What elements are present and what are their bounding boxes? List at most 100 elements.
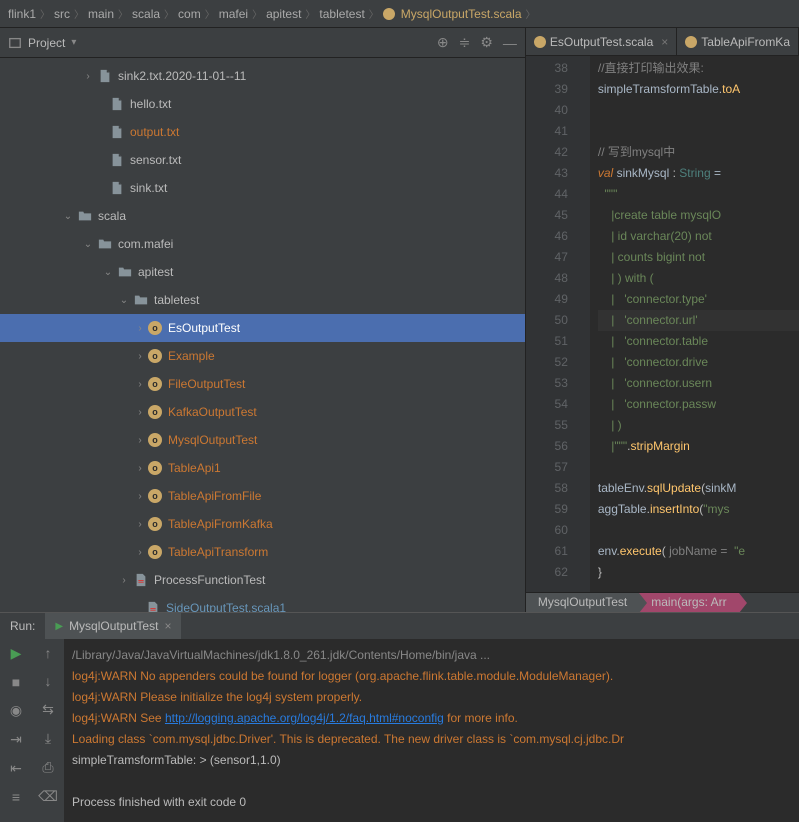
tree-item[interactable]: ›oKafkaOutputTest: [0, 398, 525, 426]
code-line[interactable]: //直接打印输出效果:: [598, 58, 799, 79]
tree-item[interactable]: sink.txt: [0, 174, 525, 202]
code-line[interactable]: | counts bigint not: [598, 247, 799, 268]
code-line[interactable]: // 写到mysql中: [598, 142, 799, 163]
panel-title[interactable]: Project ▾: [8, 36, 76, 50]
tree-item[interactable]: ⌄tabletest: [0, 286, 525, 314]
tree-item[interactable]: output.txt: [0, 118, 525, 146]
tree-item[interactable]: ›oMysqlOutputTest: [0, 426, 525, 454]
code-line[interactable]: | 'connector.type': [598, 289, 799, 310]
code-line[interactable]: env.execute( jobName = "e: [598, 541, 799, 562]
code-line[interactable]: [598, 457, 799, 478]
up-icon[interactable]: ↑: [45, 645, 52, 661]
run-tab[interactable]: ▶ MysqlOutputTest ×: [45, 613, 181, 639]
scroll-icon[interactable]: ⤓: [45, 730, 51, 747]
code-line[interactable]: [598, 520, 799, 541]
tree-item[interactable]: ›oTableApi1: [0, 454, 525, 482]
expand-arrow-icon[interactable]: ⌄: [80, 239, 96, 250]
code-line[interactable]: [598, 121, 799, 142]
tree-item[interactable]: hello.txt: [0, 90, 525, 118]
breadcrumb-item[interactable]: mafei: [219, 7, 248, 21]
stop-icon[interactable]: ■: [12, 674, 20, 690]
target-icon[interactable]: ⊕: [437, 34, 449, 51]
tree-item[interactable]: ›oTableApiFromKafka: [0, 510, 525, 538]
object-icon: o: [148, 349, 162, 363]
editor-crumb[interactable]: main(args: Arr: [639, 593, 738, 612]
breadcrumb-item[interactable]: main: [88, 7, 114, 21]
editor-tab[interactable]: TableApiFromKa: [677, 28, 799, 55]
code-line[interactable]: | 'connector.usern: [598, 373, 799, 394]
code-line[interactable]: | ): [598, 415, 799, 436]
code-line[interactable]: simpleTramsformTable.toA: [598, 79, 799, 100]
close-icon[interactable]: ×: [164, 619, 171, 633]
code-line[interactable]: | 'connector.drive: [598, 352, 799, 373]
tree-item[interactable]: ⌄scala: [0, 202, 525, 230]
tree-item[interactable]: ›oTableApiFromFile: [0, 482, 525, 510]
expand-arrow-icon[interactable]: ⌄: [60, 211, 76, 222]
layout-icon[interactable]: ⇥: [10, 731, 22, 748]
tree-item[interactable]: sensor.txt: [0, 146, 525, 174]
breadcrumb-item[interactable]: com: [178, 7, 201, 21]
minimize-icon[interactable]: —: [503, 35, 517, 51]
camera-icon[interactable]: ◉: [10, 702, 22, 719]
code-line[interactable]: | 'connector.url': [598, 310, 799, 331]
gear-icon[interactable]: ⚙: [480, 34, 493, 51]
code-line[interactable]: |""".stripMargin: [598, 436, 799, 457]
tree-item[interactable]: ›oFileOutputTest: [0, 370, 525, 398]
project-tree[interactable]: ›sink2.txt.2020-11-01--11 hello.txt output…: [0, 58, 525, 612]
tree-item-label: hello.txt: [130, 97, 171, 111]
tree-item[interactable]: ›oEsOutputTest: [0, 314, 525, 342]
expand-arrow-icon[interactable]: ›: [132, 463, 148, 474]
wrap-icon[interactable]: ⇆: [42, 701, 54, 718]
tree-item[interactable]: ⌄apitest: [0, 258, 525, 286]
code-line[interactable]: val sinkMysql : String =: [598, 163, 799, 184]
breadcrumb-item[interactable]: flink1: [8, 7, 36, 21]
collapse-icon[interactable]: ≑: [459, 34, 471, 51]
expand-arrow-icon[interactable]: ›: [132, 379, 148, 390]
expand-arrow-icon[interactable]: ›: [132, 407, 148, 418]
tree-item[interactable]: ›oExample: [0, 342, 525, 370]
tree-item[interactable]: SideOutputTest.scala1: [0, 594, 525, 612]
console-output[interactable]: /Library/Java/JavaVirtualMachines/jdk1.8…: [64, 639, 799, 822]
editor-tab[interactable]: EsOutputTest.scala×: [526, 28, 677, 55]
code-line[interactable]: """: [598, 184, 799, 205]
code-line[interactable]: }: [598, 562, 799, 583]
expand-arrow-icon[interactable]: ⌄: [116, 295, 132, 306]
tree-item[interactable]: ⌄com.mafei: [0, 230, 525, 258]
play-icon[interactable]: ▶: [11, 645, 22, 662]
code-editor[interactable]: 3839404142434445464748495051525354555657…: [526, 56, 799, 592]
clear-icon[interactable]: ⌫: [38, 788, 58, 805]
expand-arrow-icon[interactable]: ›: [132, 351, 148, 362]
breadcrumb-item[interactable]: src: [54, 7, 70, 21]
code-line[interactable]: |create table mysqlO: [598, 205, 799, 226]
breadcrumb-item[interactable]: scala: [132, 7, 160, 21]
console-link[interactable]: http://logging.apache.org/log4j/1.2/faq.…: [165, 711, 444, 725]
breadcrumb-item[interactable]: tabletest: [319, 7, 364, 21]
tree-item[interactable]: ›oTableApiTransform: [0, 538, 525, 566]
close-icon[interactable]: ×: [661, 35, 668, 49]
code-line[interactable]: [598, 100, 799, 121]
expand-arrow-icon[interactable]: ›: [132, 323, 148, 334]
expand-arrow-icon[interactable]: ›: [132, 519, 148, 530]
expand-arrow-icon[interactable]: ›: [132, 435, 148, 446]
expand-arrow-icon[interactable]: ›: [132, 491, 148, 502]
expand-arrow-icon[interactable]: ⌄: [100, 267, 116, 278]
code-line[interactable]: tableEnv.sqlUpdate(sinkM: [598, 478, 799, 499]
breadcrumb-item[interactable]: apitest: [266, 7, 301, 21]
tree-item[interactable]: ›ProcessFunctionTest: [0, 566, 525, 594]
code-line[interactable]: | id varchar(20) not: [598, 226, 799, 247]
expand-arrow-icon[interactable]: ›: [132, 547, 148, 558]
print-icon[interactable]: ⎙: [42, 759, 53, 776]
down-icon[interactable]: ↓: [45, 673, 52, 689]
trash-icon[interactable]: ≡: [12, 789, 20, 805]
code-line[interactable]: | 'connector.passw: [598, 394, 799, 415]
breadcrumb-current[interactable]: MysqlOutputTest.scala: [401, 7, 522, 21]
code-line[interactable]: aggTable.insertInto("mys: [598, 499, 799, 520]
tree-item[interactable]: ›sink2.txt.2020-11-01--11: [0, 62, 525, 90]
expand-arrow-icon[interactable]: ›: [80, 71, 96, 82]
editor-crumb[interactable]: MysqlOutputTest: [526, 593, 639, 612]
code-area[interactable]: //直接打印输出效果:simpleTramsformTable.toA // 写…: [590, 56, 799, 592]
code-line[interactable]: | ) with (: [598, 268, 799, 289]
exit-icon[interactable]: ⇤: [10, 760, 22, 777]
code-line[interactable]: | 'connector.table: [598, 331, 799, 352]
expand-arrow-icon[interactable]: ›: [116, 575, 132, 586]
